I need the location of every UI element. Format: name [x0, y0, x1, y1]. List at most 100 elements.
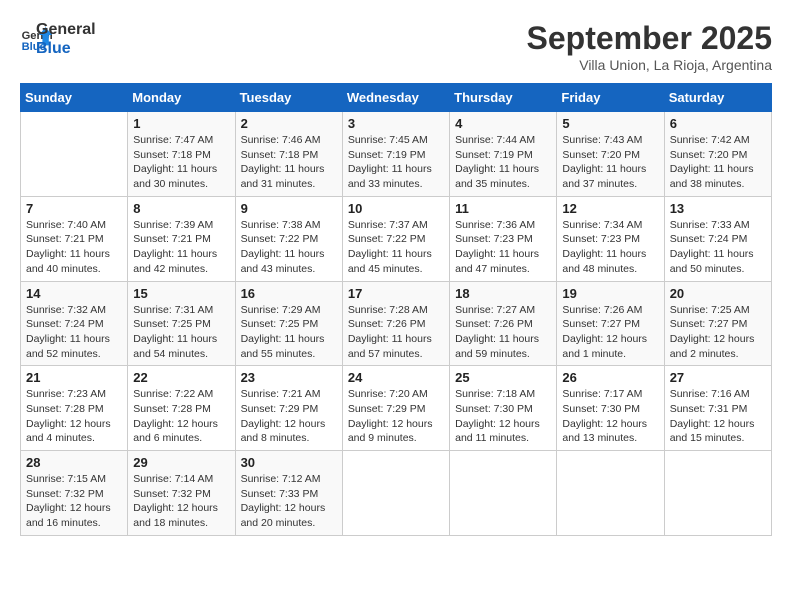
day-info: Sunrise: 7:14 AMSunset: 7:32 PMDaylight:…: [133, 472, 229, 531]
calendar-cell: [450, 451, 557, 536]
calendar-cell: 19 Sunrise: 7:26 AMSunset: 7:27 PMDayligh…: [557, 281, 664, 366]
day-info: Sunrise: 7:38 AMSunset: 7:22 PMDaylight:…: [241, 218, 337, 277]
day-number: 9: [241, 201, 337, 216]
title-block: September 2025 Villa Union, La Rioja, Ar…: [527, 20, 772, 73]
calendar-cell: 30 Sunrise: 7:12 AMSunset: 7:33 PMDayligh…: [235, 451, 342, 536]
calendar-cell: 21 Sunrise: 7:23 AMSunset: 7:28 PMDayligh…: [21, 366, 128, 451]
day-info: Sunrise: 7:33 AMSunset: 7:24 PMDaylight:…: [670, 218, 766, 277]
calendar-cell: 1 Sunrise: 7:47 AMSunset: 7:18 PMDaylight…: [128, 112, 235, 197]
logo: General Blue General Blue: [20, 20, 96, 58]
day-info: Sunrise: 7:23 AMSunset: 7:28 PMDaylight:…: [26, 387, 122, 446]
day-info: Sunrise: 7:29 AMSunset: 7:25 PMDaylight:…: [241, 303, 337, 362]
calendar-cell: 9 Sunrise: 7:38 AMSunset: 7:22 PMDaylight…: [235, 196, 342, 281]
day-number: 29: [133, 455, 229, 470]
day-number: 28: [26, 455, 122, 470]
calendar-cell: 2Sunrise: 7:46 AMSunset: 7:18 PMDaylight…: [235, 112, 342, 197]
day-number: 20: [670, 286, 766, 301]
day-info: Sunrise: 7:32 AMSunset: 7:24 PMDaylight:…: [26, 303, 122, 362]
day-number: 8: [133, 201, 229, 216]
calendar-cell: 6Sunrise: 7:42 AMSunset: 7:20 PMDaylight…: [664, 112, 771, 197]
day-info: Sunrise: 7:28 AMSunset: 7:26 PMDaylight:…: [348, 303, 444, 362]
day-number: 3: [348, 116, 444, 131]
day-number: 23: [241, 370, 337, 385]
weekday-header-row: SundayMondayTuesdayWednesdayThursdayFrid…: [21, 84, 772, 112]
day-info: Sunrise: 7:40 AMSunset: 7:21 PMDaylight:…: [26, 218, 122, 277]
day-number: 24: [348, 370, 444, 385]
day-info: Sunrise: 7:25 AMSunset: 7:27 PMDaylight:…: [670, 303, 766, 362]
day-info: Sunrise: 7:37 AMSunset: 7:22 PMDaylight:…: [348, 218, 444, 277]
page-header: General Blue General Blue September 2025…: [20, 20, 772, 73]
calendar-cell: 15Sunrise: 7:31 AMSunset: 7:25 PMDayligh…: [128, 281, 235, 366]
calendar-cell: 22 Sunrise: 7:22 AMSunset: 7:28 PMDayligh…: [128, 366, 235, 451]
day-info: Sunrise: 7:22 AMSunset: 7:28 PMDaylight:…: [133, 387, 229, 446]
day-info: Sunrise: 7:12 AMSunset: 7:33 PMDaylight:…: [241, 472, 337, 531]
day-number: 10: [348, 201, 444, 216]
day-info: Sunrise: 7:21 AMSunset: 7:29 PMDaylight:…: [241, 387, 337, 446]
weekday-header: Sunday: [21, 84, 128, 112]
day-info: Sunrise: 7:39 AMSunset: 7:21 PMDaylight:…: [133, 218, 229, 277]
day-info: Sunrise: 7:43 AMSunset: 7:20 PMDaylight:…: [562, 133, 658, 192]
calendar-cell: 16Sunrise: 7:29 AMSunset: 7:25 PMDayligh…: [235, 281, 342, 366]
day-number: 11: [455, 201, 551, 216]
calendar-cell: 3 Sunrise: 7:45 AMSunset: 7:19 PMDaylight…: [342, 112, 449, 197]
day-number: 2: [241, 116, 337, 131]
day-info: Sunrise: 7:26 AMSunset: 7:27 PMDaylight:…: [562, 303, 658, 362]
calendar-cell: [557, 451, 664, 536]
weekday-header: Saturday: [664, 84, 771, 112]
calendar-cell: 8 Sunrise: 7:39 AMSunset: 7:21 PMDaylight…: [128, 196, 235, 281]
weekday-header: Monday: [128, 84, 235, 112]
calendar-cell: 25Sunrise: 7:18 AMSunset: 7:30 PMDayligh…: [450, 366, 557, 451]
calendar-cell: [21, 112, 128, 197]
day-number: 18: [455, 286, 551, 301]
calendar-cell: 24 Sunrise: 7:20 AMSunset: 7:29 PMDayligh…: [342, 366, 449, 451]
day-info: Sunrise: 7:31 AMSunset: 7:25 PMDaylight:…: [133, 303, 229, 362]
day-info: Sunrise: 7:18 AMSunset: 7:30 PMDaylight:…: [455, 387, 551, 446]
calendar-cell: 18 Sunrise: 7:27 AMSunset: 7:26 PMDayligh…: [450, 281, 557, 366]
weekday-header: Wednesday: [342, 84, 449, 112]
calendar-cell: 12Sunrise: 7:34 AMSunset: 7:23 PMDayligh…: [557, 196, 664, 281]
calendar-cell: [342, 451, 449, 536]
day-info: Sunrise: 7:44 AMSunset: 7:19 PMDaylight:…: [455, 133, 551, 192]
weekday-header: Tuesday: [235, 84, 342, 112]
calendar-week-row: 14 Sunrise: 7:32 AMSunset: 7:24 PMDayligh…: [21, 281, 772, 366]
calendar-cell: 14 Sunrise: 7:32 AMSunset: 7:24 PMDayligh…: [21, 281, 128, 366]
day-number: 17: [348, 286, 444, 301]
day-number: 13: [670, 201, 766, 216]
day-info: Sunrise: 7:45 AMSunset: 7:19 PMDaylight:…: [348, 133, 444, 192]
day-info: Sunrise: 7:17 AMSunset: 7:30 PMDaylight:…: [562, 387, 658, 446]
calendar-week-row: 21 Sunrise: 7:23 AMSunset: 7:28 PMDayligh…: [21, 366, 772, 451]
day-number: 27: [670, 370, 766, 385]
calendar-cell: 11 Sunrise: 7:36 AMSunset: 7:23 PMDayligh…: [450, 196, 557, 281]
location-subtitle: Villa Union, La Rioja, Argentina: [527, 57, 772, 73]
calendar-week-row: 7Sunrise: 7:40 AMSunset: 7:21 PMDaylight…: [21, 196, 772, 281]
calendar-week-row: 28 Sunrise: 7:15 AMSunset: 7:32 PMDayligh…: [21, 451, 772, 536]
day-info: Sunrise: 7:47 AMSunset: 7:18 PMDaylight:…: [133, 133, 229, 192]
day-info: Sunrise: 7:20 AMSunset: 7:29 PMDaylight:…: [348, 387, 444, 446]
day-number: 26: [562, 370, 658, 385]
day-info: Sunrise: 7:16 AMSunset: 7:31 PMDaylight:…: [670, 387, 766, 446]
calendar-cell: 10 Sunrise: 7:37 AMSunset: 7:22 PMDayligh…: [342, 196, 449, 281]
day-number: 14: [26, 286, 122, 301]
calendar-cell: 20 Sunrise: 7:25 AMSunset: 7:27 PMDayligh…: [664, 281, 771, 366]
month-title: September 2025: [527, 20, 772, 57]
day-number: 5: [562, 116, 658, 131]
day-number: 6: [670, 116, 766, 131]
calendar-cell: 28 Sunrise: 7:15 AMSunset: 7:32 PMDayligh…: [21, 451, 128, 536]
calendar-cell: 13 Sunrise: 7:33 AMSunset: 7:24 PMDayligh…: [664, 196, 771, 281]
day-number: 30: [241, 455, 337, 470]
day-number: 21: [26, 370, 122, 385]
calendar-cell: [664, 451, 771, 536]
weekday-header: Friday: [557, 84, 664, 112]
calendar-table: SundayMondayTuesdayWednesdayThursdayFrid…: [20, 83, 772, 536]
day-info: Sunrise: 7:27 AMSunset: 7:26 PMDaylight:…: [455, 303, 551, 362]
calendar-cell: 7Sunrise: 7:40 AMSunset: 7:21 PMDaylight…: [21, 196, 128, 281]
calendar-cell: 17 Sunrise: 7:28 AMSunset: 7:26 PMDayligh…: [342, 281, 449, 366]
day-number: 1: [133, 116, 229, 131]
day-info: Sunrise: 7:15 AMSunset: 7:32 PMDaylight:…: [26, 472, 122, 531]
day-number: 22: [133, 370, 229, 385]
day-number: 19: [562, 286, 658, 301]
calendar-week-row: 1 Sunrise: 7:47 AMSunset: 7:18 PMDaylight…: [21, 112, 772, 197]
calendar-cell: 27 Sunrise: 7:16 AMSunset: 7:31 PMDayligh…: [664, 366, 771, 451]
day-info: Sunrise: 7:36 AMSunset: 7:23 PMDaylight:…: [455, 218, 551, 277]
day-number: 4: [455, 116, 551, 131]
